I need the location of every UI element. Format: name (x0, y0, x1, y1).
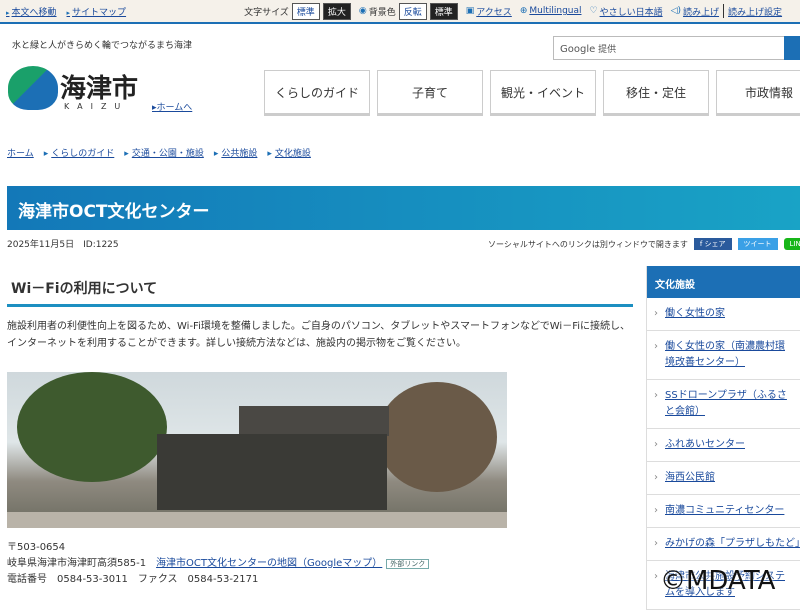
nav-childcare[interactable]: 子育て (377, 70, 483, 116)
watermark: ©MDATA (660, 566, 776, 596)
sitemap-link[interactable]: サイトマップ (67, 5, 126, 18)
bg-invert-button[interactable]: 反転 (398, 2, 427, 20)
address: 岐阜県海津市海津町高須585-1 (7, 557, 147, 569)
sidebar-link[interactable]: 働く女性の家 (665, 308, 725, 319)
sidebar-item[interactable]: みかげの森「プラザしもたど」 (647, 528, 800, 561)
sidebar-item[interactable]: 南濃コミュニティセンター (647, 495, 800, 528)
read-aloud-link[interactable]: 読み上げ (683, 5, 719, 18)
building-photo (7, 372, 507, 528)
date: 2025年11月5日 (7, 240, 75, 250)
external-link-badge: 外部リンク (386, 558, 430, 569)
page-meta: 2025年11月5日 ID:1225 (7, 237, 119, 250)
sidebar-link[interactable]: 南濃コミュニティセンター (665, 505, 784, 516)
bg-label: 背景色 (368, 7, 396, 18)
search-button[interactable] (784, 36, 800, 60)
nav-city-info[interactable]: 市政情報 (716, 70, 800, 116)
logo-en: KAIZU (64, 102, 129, 111)
heart-icon: ♡ (589, 6, 598, 16)
nav-tourism[interactable]: 観光・イベント (490, 70, 596, 116)
utility-bar: 本文へ移動 サイトマップ 文字サイズ 標準 拡大 ◉ 背景色 反転 標準 ▣アク… (0, 0, 800, 24)
globe-icon: ⊕ (519, 6, 528, 16)
nav-living[interactable]: くらしのガイド (264, 70, 370, 116)
skip-link[interactable]: 本文へ移動 (6, 5, 57, 18)
breadcrumb-item[interactable]: 文化施設 (267, 146, 311, 159)
search-suffix: 提供 (598, 45, 617, 55)
address-block: 〒503-0654 岐阜県海津市海津町高須585-1 海津市OCT文化センターの… (7, 540, 430, 588)
intro-text: 施設利用者の利便性向上を図るため、Wi-Fi環境を整備しました。ご自身のパソコン… (7, 321, 631, 349)
logo-mark-icon (8, 66, 58, 110)
logo-name: 海津市 (60, 74, 139, 104)
phone: 電話番号 0584-53-3011 ファクス 0584-53-2171 (7, 574, 259, 585)
sidebar-item[interactable]: 海西公民館 (647, 462, 800, 495)
multilingual-link[interactable]: Multilingual (529, 6, 581, 16)
map-link[interactable]: 海津市OCT文化センターの地図（Googleマップ） (156, 558, 382, 569)
social-bar: ソーシャルサイトへのリンクは別ウィンドウで開きます f シェア ツイート LIN… (488, 238, 800, 250)
palette-icon: ◉ (358, 6, 367, 16)
global-nav: くらしのガイド 子育て 観光・イベント 移住・定住 市政情報 (264, 70, 800, 116)
social-note: ソーシャルサイトへのリンクは別ウィンドウで開きます (488, 239, 688, 249)
sidebar-link[interactable]: 海西公民館 (665, 472, 715, 483)
home-link-label: ホームへ (156, 103, 193, 113)
facebook-share-button[interactable]: f シェア (693, 238, 732, 250)
bg-standard-button[interactable]: 標準 (429, 2, 458, 20)
sidebar-link[interactable]: 働く女性の家（南濃農村環境改善センター） (665, 341, 785, 368)
page-title: 海津市OCT文化センター (7, 186, 800, 230)
font-size-label: 文字サイズ (244, 7, 289, 18)
breadcrumb-item[interactable]: ホーム (7, 146, 34, 159)
speaker-icon: ◁) (670, 6, 682, 16)
train-icon: ▣ (465, 6, 475, 16)
sidebar-item[interactable]: ふれあいセンター (647, 429, 800, 462)
sidebar-link[interactable]: SSドローンプラザ（ふるさと会館） (665, 390, 787, 417)
easy-japanese-link[interactable]: やさしい日本語 (600, 5, 663, 18)
sidebar-item[interactable]: 働く女性の家（南濃農村環境改善センター） (647, 331, 800, 380)
postal-code: 〒503-0654 (7, 542, 66, 553)
sidebar-link[interactable]: みかげの森「プラザしもたど」 (665, 538, 800, 549)
tagline: 水と緑と人がきらめく輪でつながるまち海津 (12, 41, 193, 51)
sidebar-item[interactable]: SSドローンプラザ（ふるさと会館） (647, 380, 800, 429)
access-link[interactable]: アクセス (476, 5, 512, 18)
search-input[interactable]: Google 提供 (553, 36, 793, 60)
google-brand: Google (560, 44, 596, 55)
font-standard-button[interactable]: 標準 (291, 2, 320, 20)
sidebar-heading: 文化施設 (647, 266, 800, 298)
read-aloud-settings-link[interactable]: 読み上げ設定 (728, 5, 782, 18)
breadcrumb-item[interactable]: 交通・公園・施設 (124, 146, 204, 159)
home-link[interactable]: ▸ホームへ (152, 100, 192, 113)
sidebar: 文化施設 働く女性の家 働く女性の家（南濃農村環境改善センター） SSドローンプ… (646, 266, 800, 610)
breadcrumb-item[interactable]: 公共施設 (214, 146, 257, 159)
page-id: ID:1225 (83, 240, 119, 250)
nav-relocation[interactable]: 移住・定住 (603, 70, 709, 116)
tweet-button[interactable]: ツイート (737, 238, 778, 250)
font-large-button[interactable]: 拡大 (322, 2, 351, 20)
section-heading: Wi－Fiの利用について (7, 276, 633, 307)
sidebar-item[interactable]: 働く女性の家 (647, 298, 800, 331)
sidebar-link[interactable]: ふれあいセンター (665, 439, 745, 450)
line-button[interactable]: LINEで送る (783, 238, 800, 250)
breadcrumb: ホーム くらしのガイド 交通・公園・施設 公共施設 文化施設 (7, 146, 311, 159)
breadcrumb-item[interactable]: くらしのガイド (44, 146, 114, 159)
